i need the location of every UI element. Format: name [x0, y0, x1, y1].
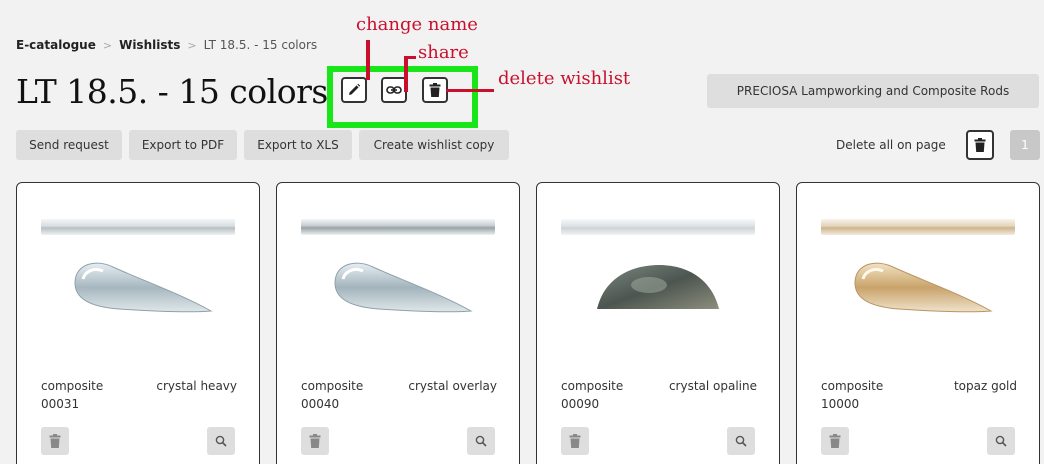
annotation-change-name: change name [356, 14, 478, 35]
product-color: crystal overlay [408, 379, 497, 393]
magnifier-icon [475, 435, 487, 447]
product-image [854, 262, 993, 313]
remove-item-button[interactable] [821, 427, 849, 455]
product-rod-image [301, 219, 495, 235]
trash-icon [309, 434, 321, 448]
breadcrumb-current: LT 18.5. - 15 colors [203, 38, 318, 52]
product-color: crystal heavy [156, 379, 237, 393]
annotation-delete-line [446, 89, 494, 92]
breadcrumb-separator: > [187, 38, 197, 52]
breadcrumb: E-catalogue > Wishlists > LT 18.5. - 15 … [16, 38, 317, 52]
product-type: composite [561, 379, 624, 393]
trash-icon [974, 138, 986, 152]
breadcrumb-e-catalogue[interactable]: E-catalogue [16, 38, 96, 52]
product-code: 00031 [41, 397, 80, 411]
pencil-icon [349, 83, 361, 95]
product-color: crystal opaline [668, 379, 757, 393]
export-xls-button[interactable]: Export to XLS [244, 130, 352, 160]
product-image [74, 262, 213, 313]
zoom-item-button[interactable] [207, 427, 235, 455]
magnifier-icon [215, 435, 227, 447]
product-type: composite [821, 379, 884, 393]
delete-wishlist-button[interactable] [422, 77, 448, 103]
annotation-share: share [418, 42, 469, 63]
product-type: composite [301, 379, 364, 393]
annotation-change-name-line [366, 40, 370, 80]
remove-item-button[interactable] [301, 427, 329, 455]
product-code: 00090 [561, 397, 600, 411]
product-image [597, 265, 719, 309]
annotation-share-line-vertical [404, 56, 408, 92]
remove-item-button[interactable] [41, 427, 69, 455]
zoom-item-button[interactable] [467, 427, 495, 455]
magnifier-icon [995, 435, 1007, 447]
rename-wishlist-button[interactable] [341, 77, 367, 103]
product-code: 10000 [821, 397, 860, 411]
delete-all-label: Delete all on page [836, 138, 946, 152]
export-pdf-button[interactable]: Export to PDF [129, 130, 237, 160]
trash-icon [49, 434, 61, 448]
product-type: composite [41, 379, 104, 393]
link-icon [386, 86, 402, 94]
product-color: topaz gold [953, 379, 1017, 393]
trash-icon [429, 83, 441, 97]
product-card[interactable]: composite 00040 crystal overlay [276, 182, 520, 464]
product-rod-image [561, 219, 755, 235]
zoom-item-button[interactable] [727, 427, 755, 455]
page-title: LT 18.5. - 15 colors [16, 72, 328, 111]
product-image [334, 262, 473, 313]
magnifier-icon [735, 435, 747, 447]
annotation-delete-wishlist: delete wishlist [498, 68, 631, 89]
send-request-button[interactable]: Send request [16, 130, 122, 160]
zoom-item-button[interactable] [987, 427, 1015, 455]
breadcrumb-wishlists[interactable]: Wishlists [119, 38, 180, 52]
product-code: 00040 [301, 397, 340, 411]
product-card[interactable]: composite 00090 crystal opaline [536, 182, 780, 464]
create-wishlist-copy-button[interactable]: Create wishlist copy [359, 130, 509, 160]
product-rod-image [41, 219, 235, 235]
delete-all-button[interactable] [966, 130, 994, 160]
trash-icon [569, 434, 581, 448]
remove-item-button[interactable] [561, 427, 589, 455]
pagination-page-1[interactable]: 1 [1010, 130, 1040, 160]
trash-icon [829, 434, 841, 448]
product-card[interactable]: composite 00031 crystal heavy [16, 182, 260, 464]
collection-button[interactable]: PRECIOSA Lampworking and Composite Rods [707, 74, 1039, 108]
product-card[interactable]: composite 10000 topaz gold [796, 182, 1040, 464]
breadcrumb-separator: > [102, 38, 113, 52]
product-rod-image [821, 219, 1015, 235]
